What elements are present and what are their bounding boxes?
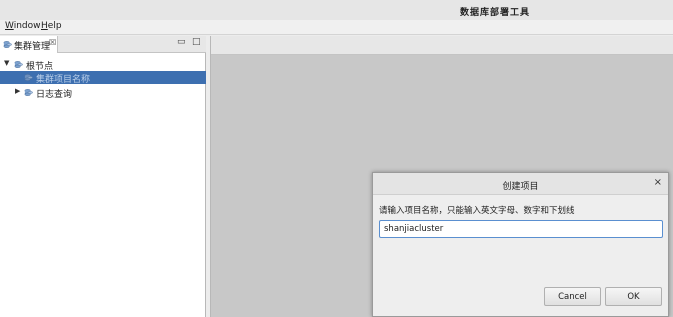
menu-window[interactable]: Window <box>5 21 41 31</box>
create-project-dialog: 创建项目 × 请输入项目名称，只能输入英文字母、数字和下划线 Cancel OK <box>372 172 669 317</box>
tree-item-label: 日志查询 <box>36 90 73 100</box>
tree-item-cluster-project[interactable]: 集群项目名称 <box>0 71 206 85</box>
cluster-management-panel: 集群管理 ☒ ▭ □ ▼ 根节点 集群项目名称 ▶ 日志查询 <box>0 36 206 317</box>
close-icon[interactable]: × <box>654 177 662 188</box>
database-icon <box>24 74 33 81</box>
expanded-arrow-icon[interactable]: ▼ <box>4 59 9 67</box>
collapsed-arrow-icon[interactable]: ▶ <box>15 87 20 95</box>
menu-bar: Window Help <box>0 20 673 35</box>
tree-root-node[interactable]: ▼ 根节点 <box>0 58 206 72</box>
close-icon[interactable]: ☒ <box>49 38 56 47</box>
project-name-prompt: 请输入项目名称，只能输入英文字母、数字和下划线 <box>379 206 575 216</box>
maximize-icon[interactable]: □ <box>192 37 201 47</box>
window-title: 数据库部署工具 <box>460 8 531 18</box>
dialog-title: 创建项目 <box>502 182 539 192</box>
cancel-button[interactable]: Cancel <box>544 287 601 306</box>
menu-help-rest: elp <box>47 21 62 31</box>
project-name-input[interactable] <box>379 220 663 238</box>
menu-window-rest: indow <box>13 21 41 31</box>
database-icon <box>14 61 23 68</box>
ok-button[interactable]: OK <box>605 287 662 306</box>
minimize-icon[interactable]: ▭ <box>177 37 186 47</box>
app-titlebar: 数据库部署工具 <box>0 0 673 20</box>
dialog-body <box>373 241 668 281</box>
database-icon <box>3 41 12 48</box>
tree-item-label: 集群项目名称 <box>36 75 91 85</box>
dialog-header: 创建项目 × <box>373 173 668 195</box>
database-icon <box>24 89 33 96</box>
menu-help-mnemonic: H <box>41 21 48 31</box>
tree-item-log-query[interactable]: ▶ 日志查询 <box>0 86 206 100</box>
tab-cluster-management[interactable]: 集群管理 ☒ <box>0 36 58 53</box>
editor-tab-bar <box>211 36 673 55</box>
menu-help[interactable]: Help <box>41 21 62 31</box>
panel-tab-bar: 集群管理 ☒ ▭ □ <box>0 36 206 53</box>
menu-window-mnemonic: W <box>5 21 14 31</box>
tab-label: 集群管理 <box>14 42 51 52</box>
